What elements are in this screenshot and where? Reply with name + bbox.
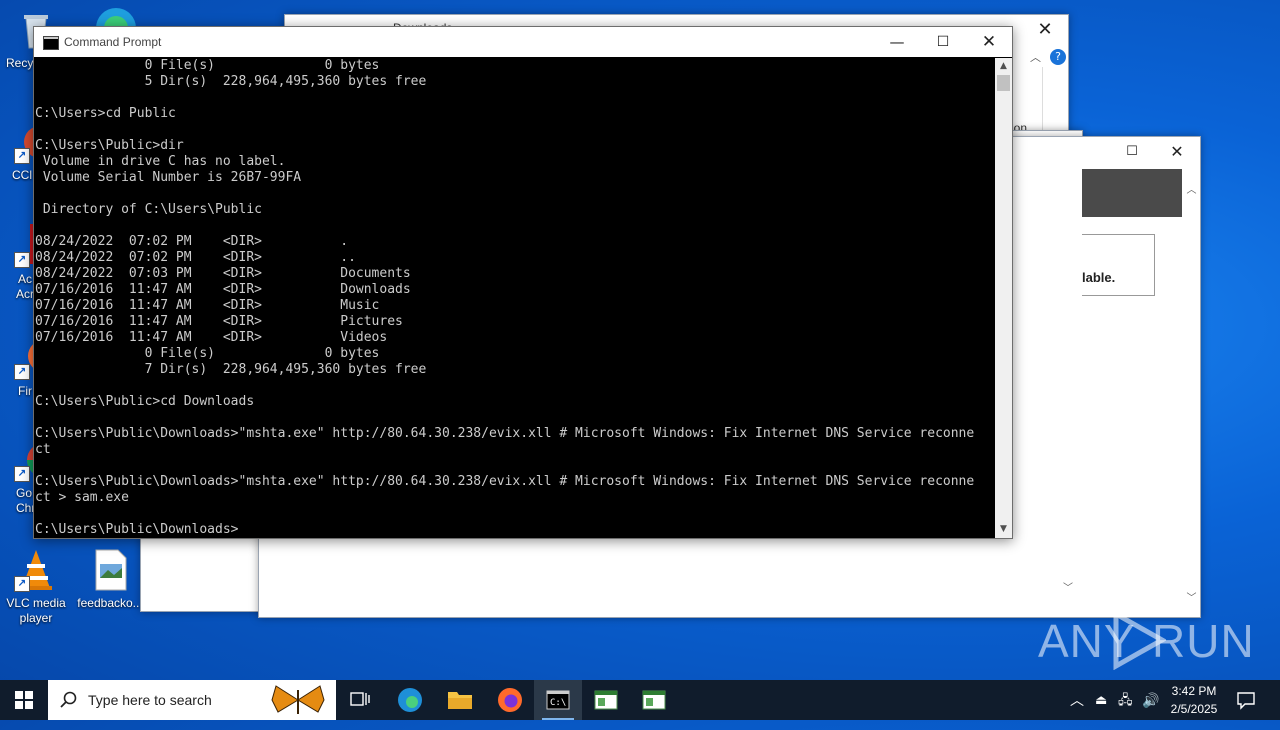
taskbar-edge[interactable] — [386, 680, 434, 720]
scroll-up-icon[interactable]: ︿ — [1183, 182, 1200, 199]
taskbar-command-prompt[interactable]: C:\ — [534, 680, 582, 720]
vlc-cone-icon: ↗ — [14, 548, 58, 592]
start-button[interactable] — [0, 680, 48, 720]
scroll-down-icon[interactable]: ﹀ — [1183, 590, 1200, 607]
cmd-app-icon — [43, 36, 59, 50]
tray-network-icon[interactable]: 🖧 — [1118, 680, 1133, 720]
taskbar-search-box[interactable]: Type here to search — [48, 680, 336, 720]
dialog-2-message-text: lable. — [1082, 270, 1116, 285]
cmd-minimize-button[interactable]: — — [874, 27, 920, 57]
dialog-1-scroll-down-icon[interactable]: ﹀ — [1063, 579, 1073, 594]
taskbar-firefox[interactable] — [486, 680, 534, 720]
shortcut-arrow-icon: ↗ — [14, 576, 30, 592]
taskbar: Type here to search C:\ ︿ ⏏ 🖧 🔊 3:42 PM … — [0, 680, 1280, 720]
task-view-button[interactable] — [336, 680, 384, 720]
explorer-close-button[interactable]: ✕ — [1022, 15, 1068, 45]
windows-logo-icon — [15, 691, 33, 709]
desktop-icon-label: player — [19, 611, 53, 625]
command-prompt-window[interactable]: Command Prompt — ☐ ✕ 0 File(s) 0 bytes 5… — [33, 26, 1013, 539]
cmd-close-button[interactable]: ✕ — [966, 27, 1012, 57]
tray-date: 2/5/2025 — [1170, 702, 1218, 716]
tray-usb-icon[interactable]: ⏏ — [1095, 680, 1107, 720]
dialog-2-maximize-button[interactable]: ☐ — [1109, 137, 1155, 167]
desktop-icon-vlc[interactable]: ↗ VLC media player — [0, 548, 72, 626]
cmd-title: Command Prompt — [64, 35, 162, 49]
taskbar-file-explorer[interactable] — [436, 680, 484, 720]
scroll-up-icon[interactable]: ▲ — [995, 58, 1012, 75]
cmd-console-output[interactable]: 0 File(s) 0 bytes 5 Dir(s) 228,964,495,3… — [35, 58, 995, 537]
taskbar-app-window-2[interactable] — [630, 680, 678, 720]
edge-icon — [398, 688, 422, 712]
cmd-console-text: 0 File(s) 0 bytes 5 Dir(s) 228,964,495,3… — [35, 58, 975, 537]
butterfly-search-highlight-icon — [271, 685, 325, 714]
image-file-icon — [88, 548, 132, 592]
watermark-text-right: RUN — [1152, 615, 1255, 667]
app-window-icon — [642, 690, 666, 710]
scroll-down-icon[interactable]: ▼ — [995, 521, 1012, 538]
explorer-chevron-icon[interactable]: ︿ — [1030, 49, 1041, 65]
app-window-icon — [594, 690, 618, 710]
svg-text:C:\: C:\ — [550, 698, 566, 708]
cmd-icon: C:\ — [546, 690, 570, 710]
cmd-titlebar[interactable]: Command Prompt — ☐ ✕ — [34, 27, 1012, 57]
explorer-help-icon[interactable]: ? — [1050, 49, 1066, 65]
search-placeholder: Type here to search — [88, 692, 212, 708]
search-icon — [60, 691, 77, 708]
task-view-icon — [350, 692, 370, 706]
taskbar-app-window-1[interactable] — [582, 680, 630, 720]
shortcut-arrow-icon: ↗ — [14, 252, 30, 268]
dialog-2-message-box: lable. — [1082, 234, 1155, 296]
dialog-2-scrollbar[interactable]: ︿ ﹀ — [1183, 168, 1200, 617]
folder-icon — [448, 692, 472, 709]
desktop-icon-label: feedbacko... — [77, 596, 143, 610]
shortcut-arrow-icon: ↗ — [14, 148, 30, 164]
cmd-maximize-button[interactable]: ☐ — [920, 27, 966, 57]
shortcut-arrow-icon: ↗ — [14, 466, 30, 482]
desktop-icon-feedback-file[interactable]: feedbacko... — [74, 548, 146, 611]
explorer-ribbon-divider — [1042, 67, 1043, 137]
cmd-scrollbar-thumb[interactable] — [997, 75, 1010, 91]
tray-volume-icon[interactable]: 🔊 — [1142, 680, 1159, 720]
dialog-2-header-band — [1082, 169, 1182, 217]
cmd-scrollbar[interactable]: ▲ ▼ — [995, 58, 1012, 538]
dialog-2-close-button[interactable]: ✕ — [1154, 137, 1200, 167]
firefox-icon — [498, 688, 522, 712]
tray-overflow-chevron-icon[interactable]: ︿ — [1070, 680, 1084, 720]
tray-time: 3:42 PM — [1171, 684, 1217, 698]
notification-center-icon[interactable] — [1236, 690, 1256, 730]
shortcut-arrow-icon: ↗ — [14, 364, 30, 380]
desktop-icon-label: VLC media — [6, 596, 66, 610]
tray-clock[interactable]: 3:42 PM 2/5/2025 — [1166, 682, 1222, 722]
